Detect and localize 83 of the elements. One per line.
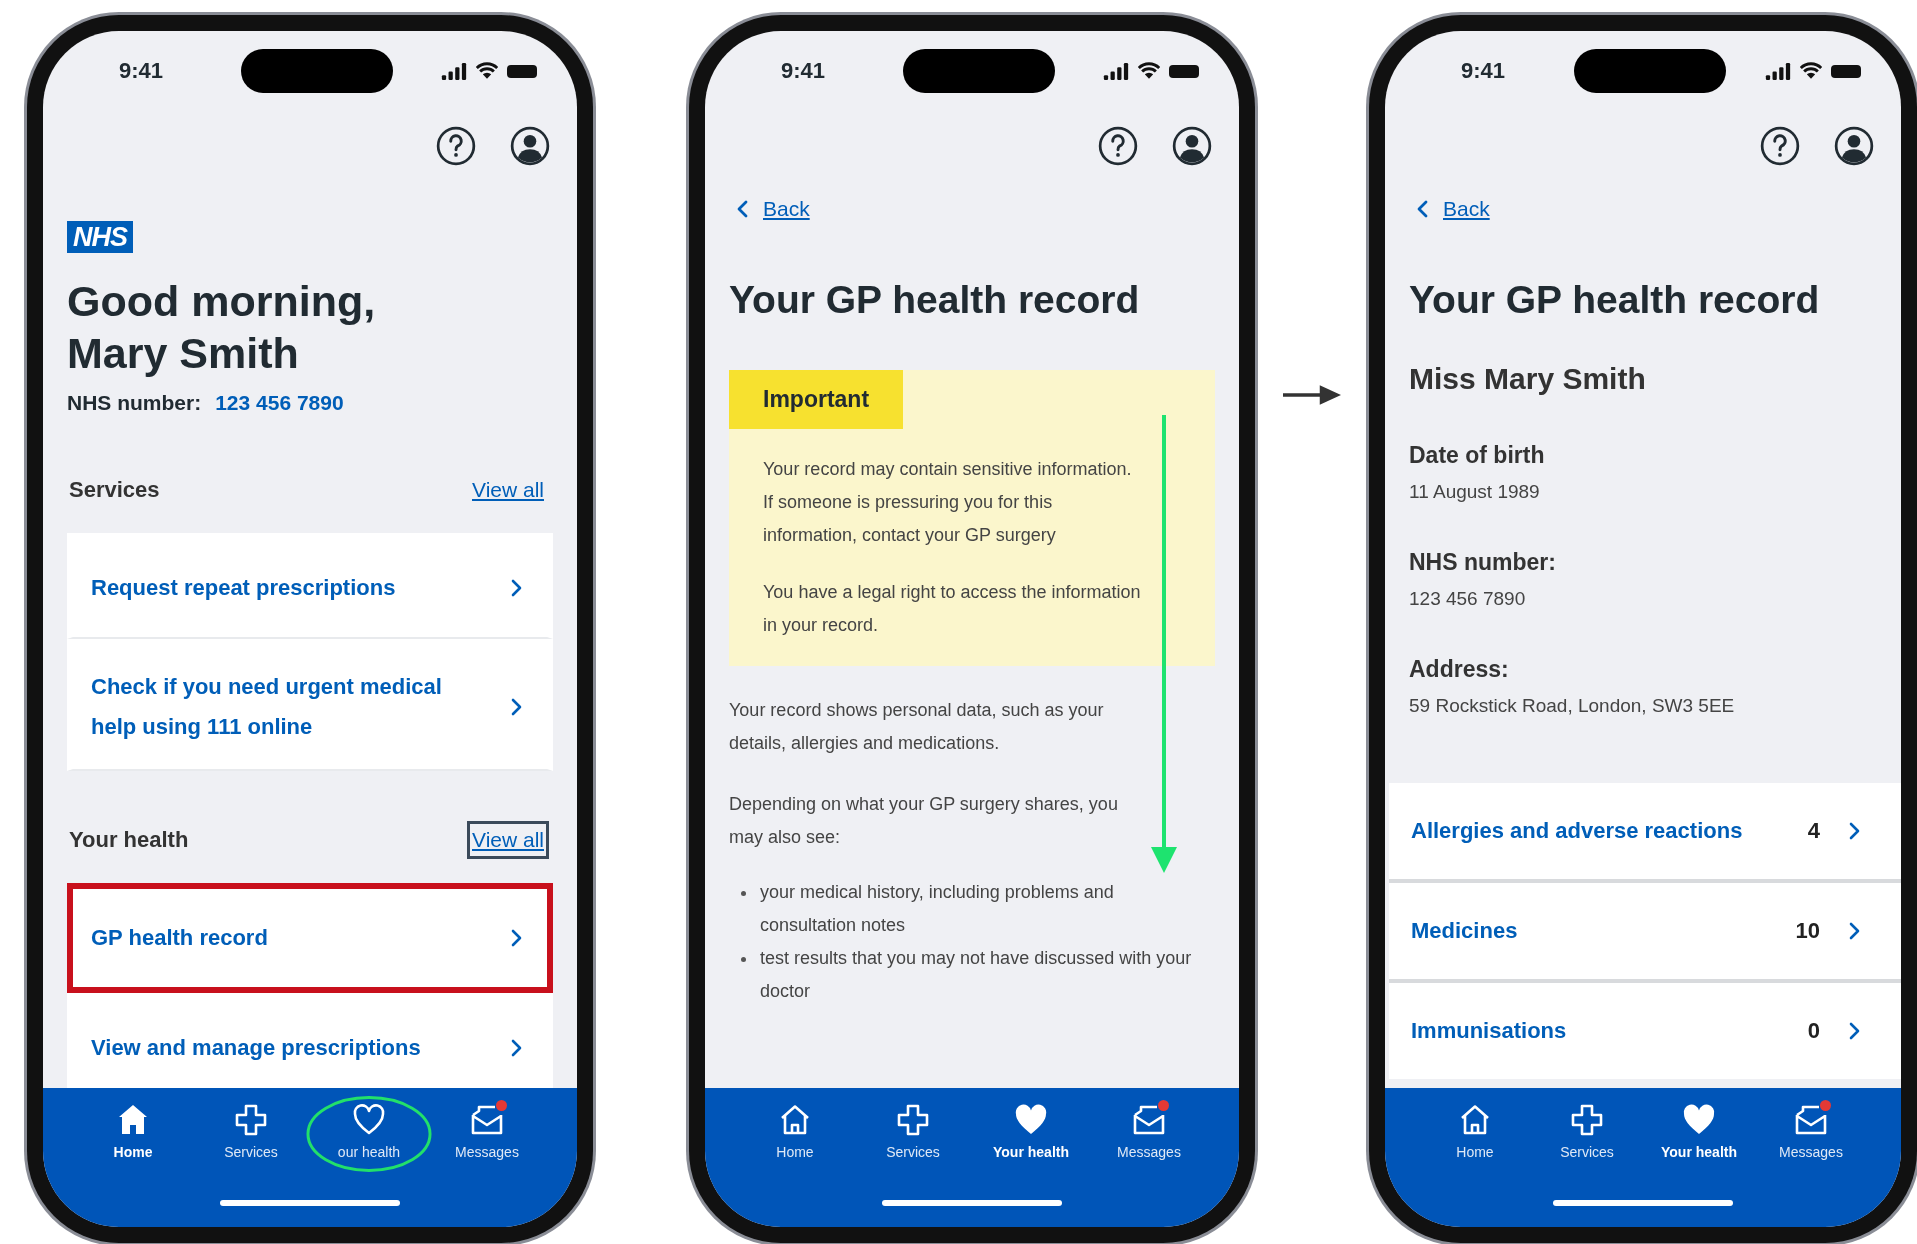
field-label: NHS number: bbox=[1409, 549, 1557, 576]
body-text: Depending on what your GP surgery shares, you may also see: bbox=[729, 793, 1119, 849]
chevron-left-icon bbox=[1417, 200, 1429, 218]
profile-icon bbox=[1833, 125, 1875, 167]
tab-bar-item[interactable]: Your health bbox=[1661, 1098, 1737, 1164]
callout-label: Important bbox=[729, 370, 904, 429]
cross-icon bbox=[1569, 1102, 1605, 1138]
tab-bar-item[interactable]: Messages bbox=[455, 1098, 519, 1164]
back-link[interactable]: Back bbox=[1417, 197, 1490, 221]
signal-icon bbox=[1103, 62, 1129, 80]
chevron-icon bbox=[1848, 822, 1861, 840]
chevron-icon bbox=[510, 698, 523, 716]
cross-icon bbox=[895, 1102, 931, 1138]
status-time: 9:41 bbox=[1461, 58, 1506, 84]
help-icon bbox=[1097, 125, 1139, 167]
wifi-icon bbox=[1137, 62, 1161, 80]
field-label: Address: bbox=[1409, 656, 1510, 683]
status-time: 9:41 bbox=[781, 58, 826, 84]
section-heading: Your health bbox=[69, 827, 189, 853]
chevron-icon bbox=[510, 1039, 523, 1057]
tab-bar-item[interactable]: Messages bbox=[1117, 1098, 1181, 1164]
section-heading: Services bbox=[69, 477, 160, 503]
chevron-icon bbox=[1848, 922, 1861, 940]
profile-button[interactable] bbox=[509, 125, 551, 167]
count-text: 4 bbox=[1807, 818, 1820, 844]
help-icon bbox=[1759, 125, 1801, 167]
profile-icon bbox=[509, 125, 551, 167]
nhs-number-label: NHS number: bbox=[67, 391, 202, 415]
list-item[interactable]: Check if you need urgent medical help using 111 online bbox=[67, 639, 553, 771]
page-title: Your GP health record bbox=[729, 278, 1141, 322]
field-value: 123 456 7890 bbox=[1409, 588, 1527, 610]
view-all-link[interactable]: View all bbox=[467, 821, 549, 859]
callout-text: You have a legal right to access the information in your record. bbox=[763, 581, 1142, 637]
tab-bar-item[interactable]: Home bbox=[1456, 1098, 1494, 1164]
nhs-number: 123 456 7890 bbox=[215, 391, 344, 415]
nhs-logo: NHS bbox=[67, 221, 133, 253]
profile-button[interactable] bbox=[1171, 125, 1213, 167]
chevron-left-icon bbox=[737, 200, 749, 218]
count-text: 10 bbox=[1795, 918, 1820, 944]
tab-bar-item[interactable]: Services bbox=[1560, 1098, 1614, 1164]
bullet-dot bbox=[741, 957, 746, 962]
tab-bar-item[interactable]: Messages bbox=[1779, 1098, 1843, 1164]
record-row[interactable]: Immunisations 0 bbox=[1389, 983, 1901, 1079]
patient-name: Miss Mary Smith bbox=[1409, 362, 1647, 396]
back-link[interactable]: Back bbox=[737, 197, 810, 221]
help-icon bbox=[435, 125, 477, 167]
bullet-dot bbox=[741, 891, 746, 896]
chevron-icon bbox=[510, 579, 523, 597]
signal-icon bbox=[441, 62, 467, 80]
profile-icon bbox=[1171, 125, 1213, 167]
view-all-link[interactable]: View all bbox=[467, 471, 549, 509]
record-row[interactable]: Medicines 10 bbox=[1389, 883, 1901, 979]
tab-bar-item[interactable]: Services bbox=[886, 1098, 940, 1164]
chevron-icon bbox=[1848, 1022, 1861, 1040]
record-row[interactable]: Allergies and adverse reactions 4 bbox=[1389, 783, 1901, 879]
battery-icon bbox=[507, 64, 537, 78]
page-title: Your GP health record bbox=[1409, 278, 1821, 322]
tab-bar-item[interactable]: Home bbox=[776, 1098, 814, 1164]
battery-icon bbox=[1831, 64, 1861, 78]
field-label: Date of birth bbox=[1409, 442, 1546, 469]
help-button[interactable] bbox=[435, 125, 477, 167]
list-item[interactable]: GP health record bbox=[67, 883, 553, 993]
profile-button[interactable] bbox=[1833, 125, 1875, 167]
help-button[interactable] bbox=[1097, 125, 1139, 167]
callout-text: Your record may contain sensitive information. If someone is pressuring you for this information, contact your GP surgery bbox=[763, 458, 1133, 547]
cross-icon bbox=[233, 1102, 269, 1138]
signal-icon bbox=[1765, 62, 1791, 80]
bullet-text: test results that you may not have discussed with your doctor bbox=[760, 947, 1193, 1003]
battery-icon bbox=[1169, 64, 1199, 78]
body-text: Your record shows personal data, such as your details, allergies and medications. bbox=[729, 699, 1105, 755]
wifi-icon bbox=[475, 62, 499, 80]
help-button[interactable] bbox=[1759, 125, 1801, 167]
tab-bar-item[interactable]: Your health bbox=[993, 1098, 1069, 1164]
tab-bar-item[interactable]: Services bbox=[224, 1098, 278, 1164]
count-text: 0 bbox=[1807, 1018, 1820, 1044]
chevron-icon bbox=[510, 929, 523, 947]
tab-bar-item[interactable]: Home bbox=[113, 1098, 153, 1164]
field-value: 11 August 1989 bbox=[1409, 481, 1541, 503]
wifi-icon bbox=[1799, 62, 1823, 80]
list-item[interactable]: Request repeat prescriptions bbox=[67, 533, 553, 639]
field-value: 59 Rockstick Road, London, SW3 5EE bbox=[1409, 695, 1736, 717]
status-time: 9:41 bbox=[119, 58, 164, 84]
greeting-heading: Good morning, Mary Smith bbox=[67, 276, 377, 379]
